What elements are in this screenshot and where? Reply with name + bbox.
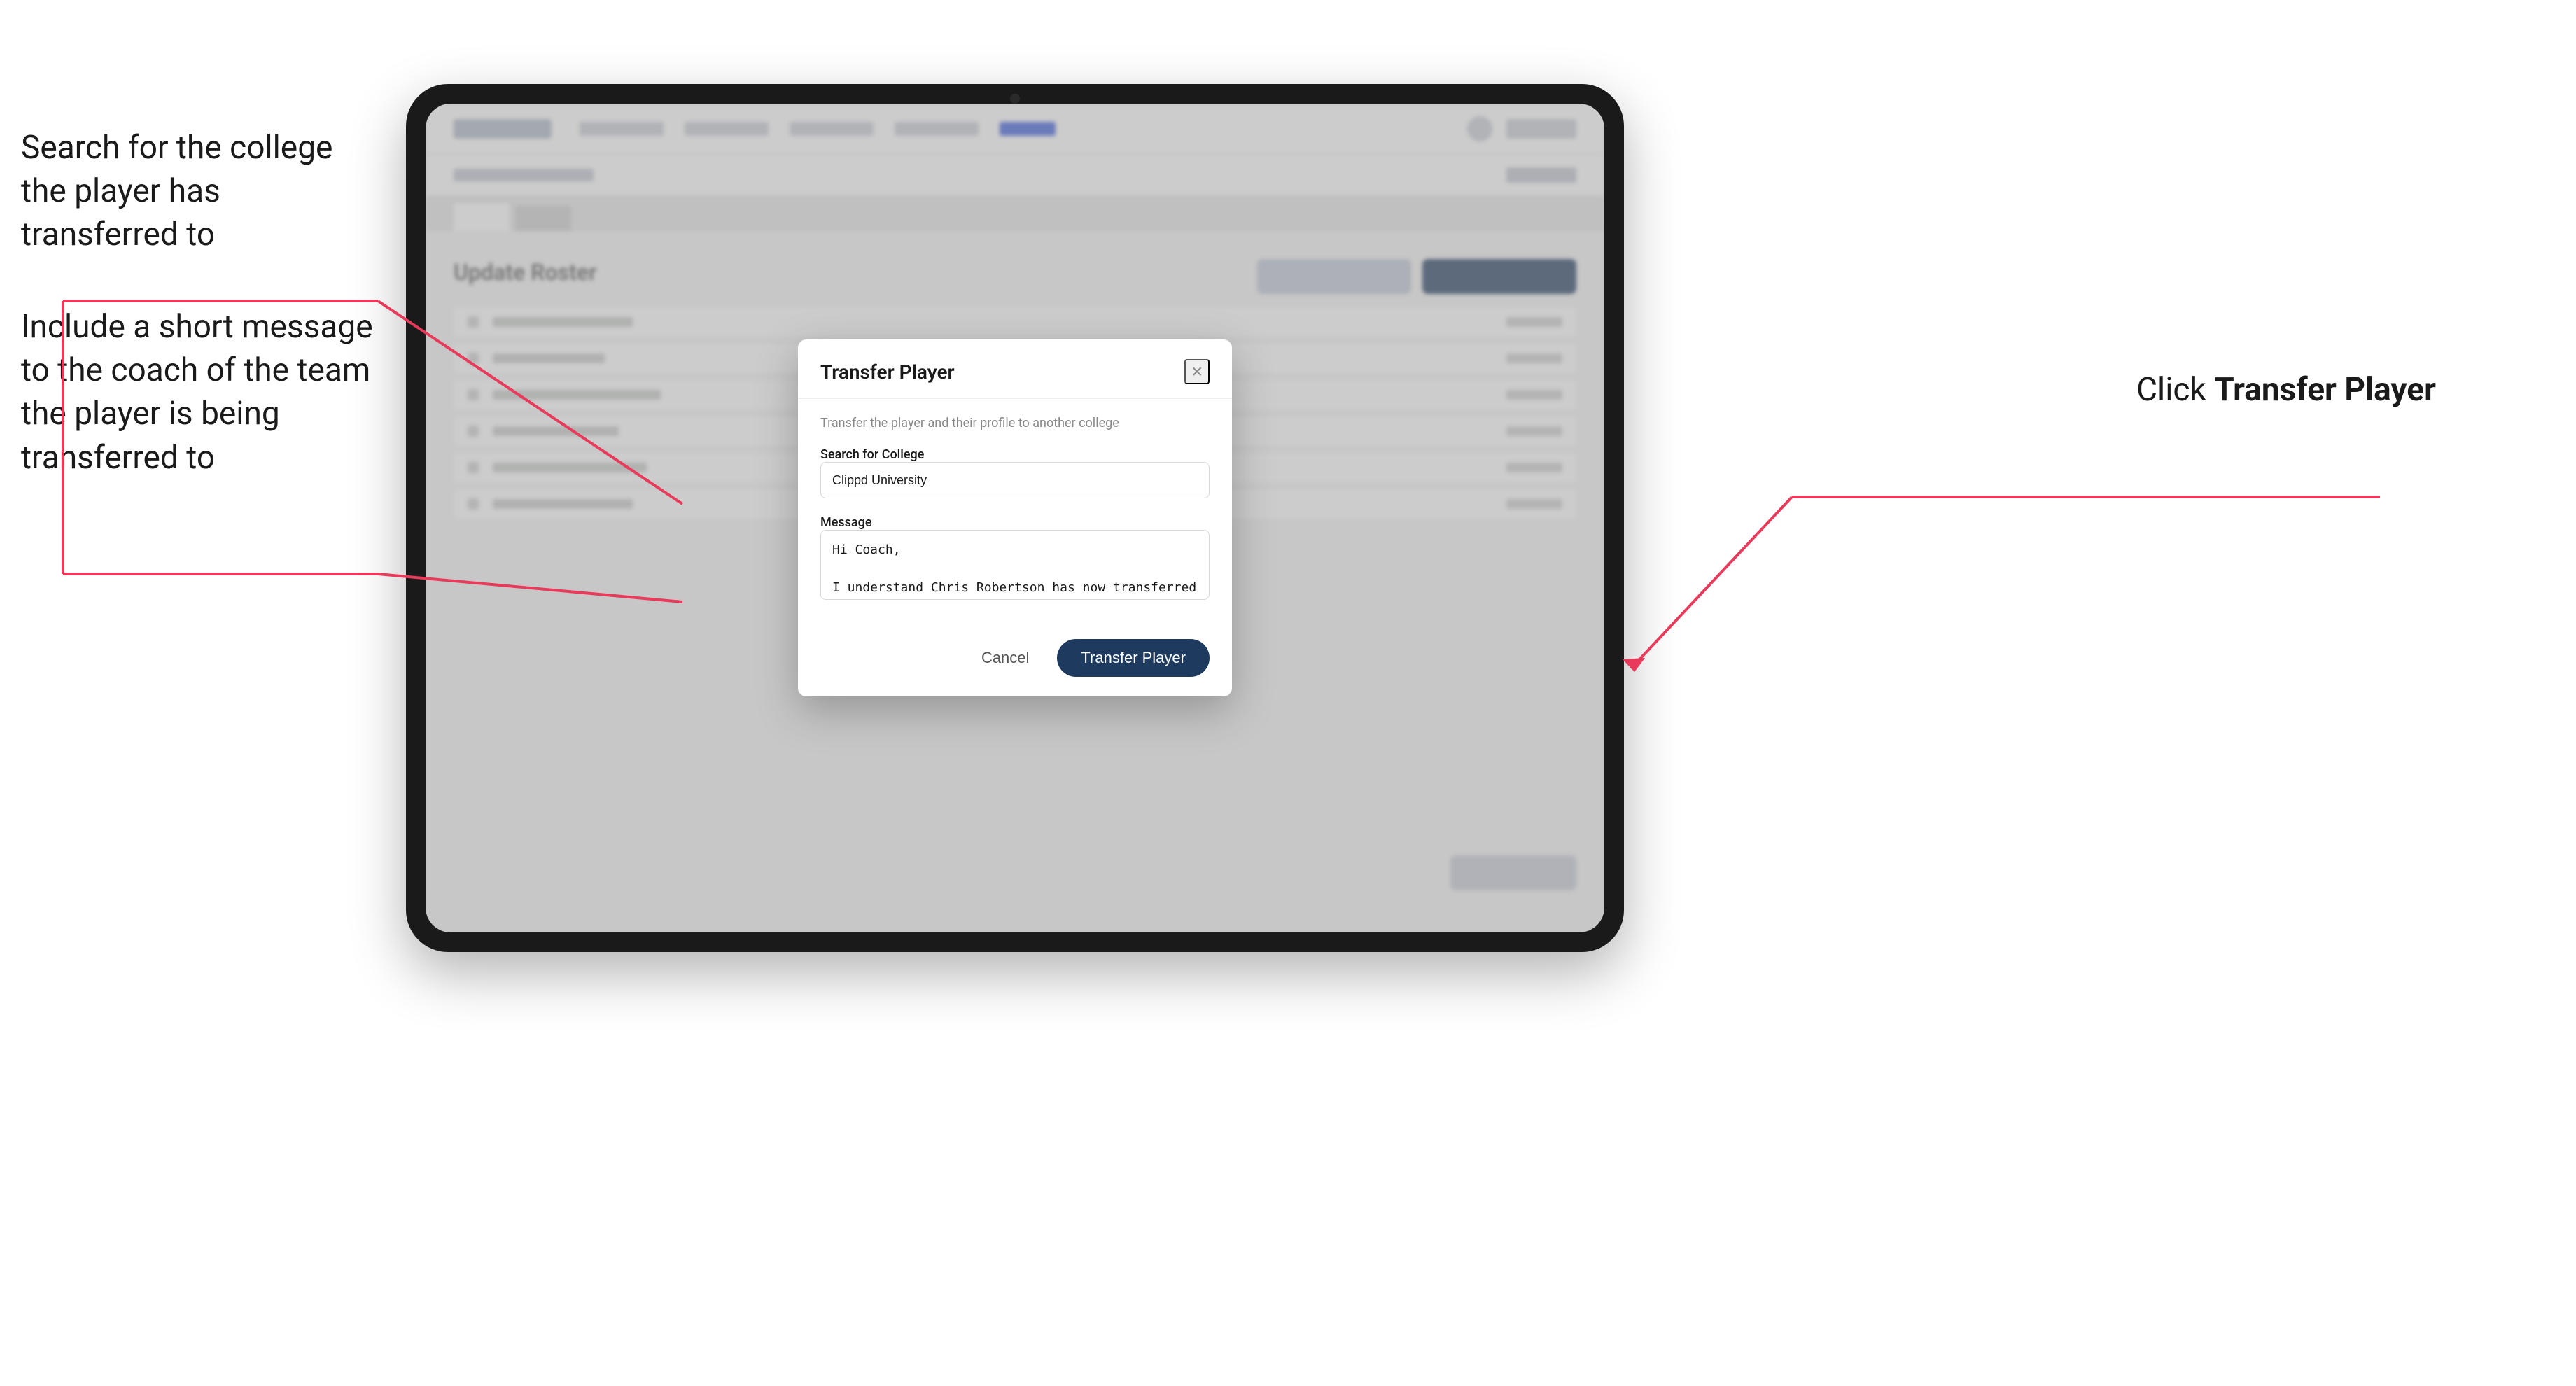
modal-description: Transfer the player and their profile to… [820,416,1210,430]
message-textarea[interactable] [820,530,1210,600]
transfer-player-modal: Transfer Player × Transfer the player an… [798,340,1232,696]
annotation-right-block: Click Transfer Player [2136,371,2436,409]
annotation-click-text: Click Transfer Player [2136,371,2436,409]
modal-title: Transfer Player [820,360,955,384]
annotation-message-text: Include a short message to the coach of … [21,305,385,479]
college-label: Search for College [820,447,924,462]
modal-close-button[interactable]: × [1184,359,1210,384]
annotation-search-text: Search for the college the player has tr… [21,126,385,256]
college-search-input[interactable] [820,462,1210,498]
modal-overlay: Transfer Player × Transfer the player an… [426,104,1604,932]
transfer-player-button[interactable]: Transfer Player [1057,639,1210,677]
cancel-button[interactable]: Cancel [967,642,1043,674]
modal-footer: Cancel Transfer Player [798,625,1232,696]
tablet-frame: Update Roster Transfer Player × [406,84,1624,952]
modal-body: Transfer the player and their profile to… [798,399,1232,625]
message-label: Message [820,515,872,530]
modal-header: Transfer Player × [798,340,1232,399]
tablet-screen: Update Roster Transfer Player × [426,104,1604,932]
annotation-left-block: Search for the college the player has tr… [21,126,385,479]
